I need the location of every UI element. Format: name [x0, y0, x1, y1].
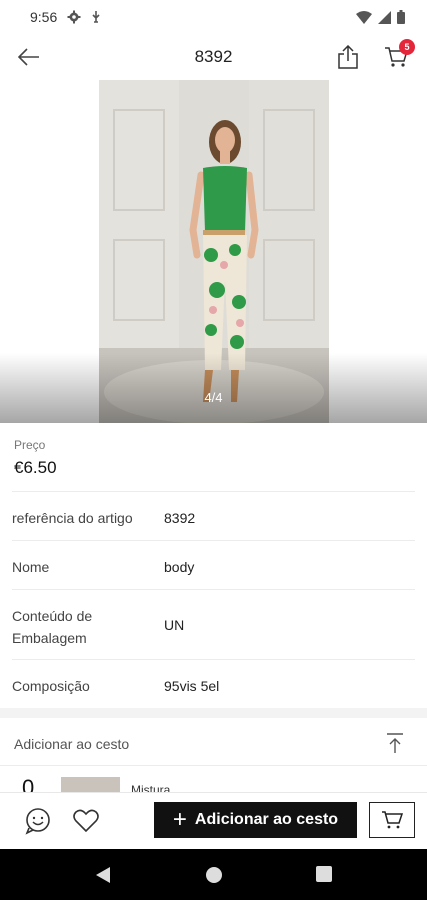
status-bar: 9:56 [0, 0, 427, 34]
variant-quantity[interactable]: 0 [22, 775, 34, 792]
detail-value: UN [164, 617, 185, 633]
detail-row-packaging: Conteúdo de Embalagem UN [12, 589, 415, 659]
gallery-gradient [0, 353, 427, 423]
add-to-cart-section-header[interactable]: Adicionar ao cesto [0, 718, 427, 766]
cart-button[interactable]: 5 [381, 39, 415, 72]
gallery-counter: 4/4 [204, 390, 223, 405]
bottom-action-bar: + Adicionar ao cesto [0, 792, 427, 849]
share-icon [338, 45, 358, 69]
settings-icon [67, 10, 81, 24]
variant-name: Mistura [131, 783, 171, 792]
detail-key: Conteúdo de Embalagem [12, 608, 93, 646]
go-to-cart-button[interactable] [369, 802, 415, 838]
product-image-gallery[interactable]: 4/4 [0, 80, 427, 423]
nav-back-icon[interactable] [95, 866, 111, 884]
share-button[interactable] [333, 42, 363, 72]
variant-row: 0 Mistura [0, 767, 427, 792]
usb-debug-icon [92, 11, 100, 23]
detail-key: referência do artigo [12, 510, 133, 526]
variant-thumbnail [61, 777, 120, 792]
detail-row-name: Nome body [12, 540, 415, 589]
add-to-cart-section-label: Adicionar ao cesto [14, 736, 130, 752]
signal-icon [378, 10, 391, 24]
status-time: 9:56 [30, 9, 58, 25]
detail-value: 8392 [164, 510, 196, 526]
wifi-icon [356, 10, 372, 24]
collapse-up-icon[interactable] [385, 732, 405, 754]
nav-home-icon[interactable] [205, 866, 223, 884]
plus-icon: + [172, 806, 187, 833]
price-label: Preço [14, 438, 46, 452]
system-navigation-bar [0, 849, 427, 900]
battery-icon [397, 10, 405, 24]
nav-recents-icon[interactable] [316, 866, 332, 882]
price-value: €6.50 [14, 458, 57, 477]
heart-icon[interactable] [72, 807, 100, 835]
add-to-cart-button[interactable]: + Adicionar ao cesto [154, 802, 357, 838]
detail-row-reference: referência do artigo 8392 [12, 491, 415, 540]
add-to-cart-button-label: Adicionar ao cesto [194, 811, 339, 828]
cart-icon [382, 811, 403, 829]
detail-value: 95vis 5el [164, 678, 220, 694]
section-divider [0, 708, 427, 718]
detail-key: Composição [12, 678, 90, 694]
detail-value: body [164, 559, 195, 575]
chat-icon[interactable] [24, 807, 52, 835]
cart-count-badge: 5 [399, 39, 415, 55]
detail-row-composition: Composição 95vis 5el [12, 659, 415, 708]
detail-key: Nome [12, 559, 50, 575]
app-bar: 8392 5 [0, 34, 427, 80]
